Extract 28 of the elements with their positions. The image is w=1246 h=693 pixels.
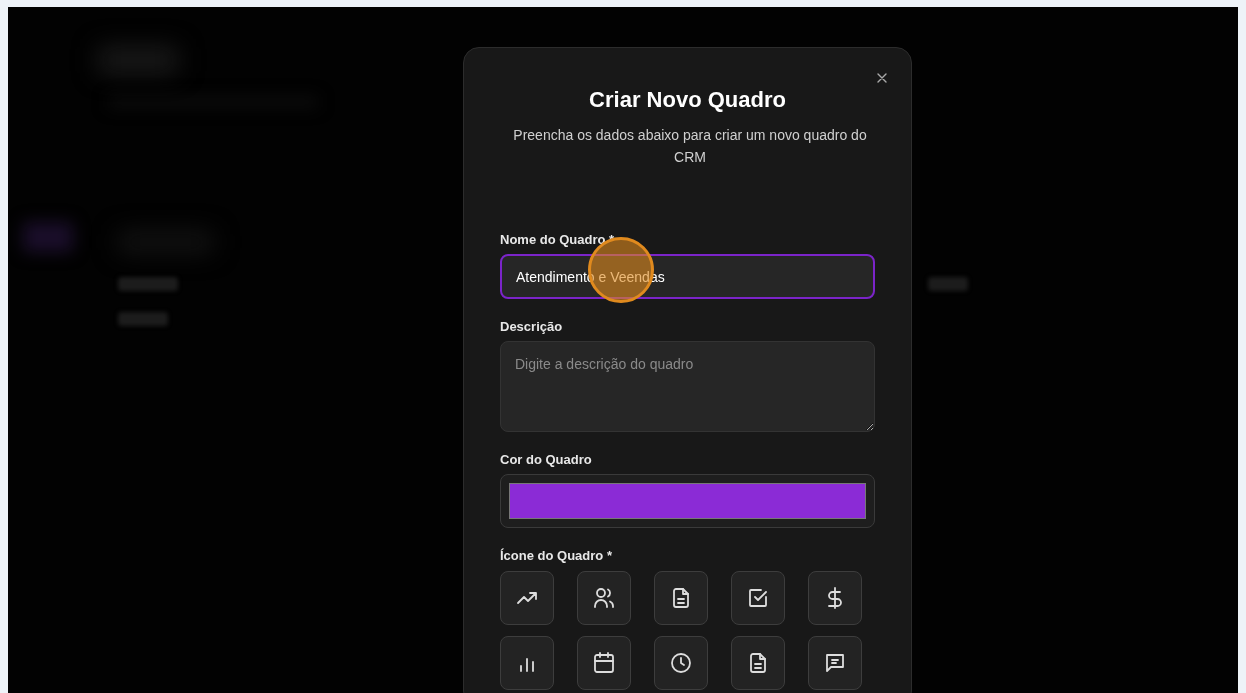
clock-icon bbox=[669, 651, 693, 675]
dialog-title: Criar Novo Quadro bbox=[588, 86, 787, 114]
chat-icon bbox=[823, 651, 847, 675]
close-button[interactable] bbox=[875, 71, 889, 85]
calendar-icon bbox=[592, 651, 616, 675]
icon-option[interactable] bbox=[808, 636, 862, 690]
color-picker[interactable] bbox=[500, 474, 875, 528]
icon-option[interactable] bbox=[654, 571, 708, 625]
icon-option[interactable] bbox=[808, 571, 862, 625]
icon-option[interactable] bbox=[577, 636, 631, 690]
icon-option[interactable] bbox=[500, 571, 554, 625]
field-label: Cor do Quadro bbox=[500, 452, 593, 468]
people-icon bbox=[592, 586, 616, 610]
blurred-card-text bbox=[118, 277, 178, 291]
checkbox-icon bbox=[746, 586, 770, 610]
field-label: Ícone do Quadro * bbox=[500, 548, 613, 564]
blurred-sidebar-item bbox=[23, 222, 73, 252]
icon-option[interactable] bbox=[577, 571, 631, 625]
dialog-subtitle: Preencha os dados abaixo para criar um novo quadro do CRM bbox=[512, 126, 868, 167]
icon-option[interactable] bbox=[731, 571, 785, 625]
icon-option[interactable] bbox=[731, 636, 785, 690]
description-textarea[interactable]: Digite a descrição do quadro bbox=[500, 341, 875, 432]
icon-option[interactable] bbox=[654, 636, 708, 690]
blurred-card-text bbox=[928, 277, 968, 291]
icon-option[interactable] bbox=[500, 636, 554, 690]
field-label: Descrição bbox=[500, 319, 564, 335]
close-icon bbox=[876, 72, 888, 84]
blurred-card-text bbox=[118, 312, 168, 326]
